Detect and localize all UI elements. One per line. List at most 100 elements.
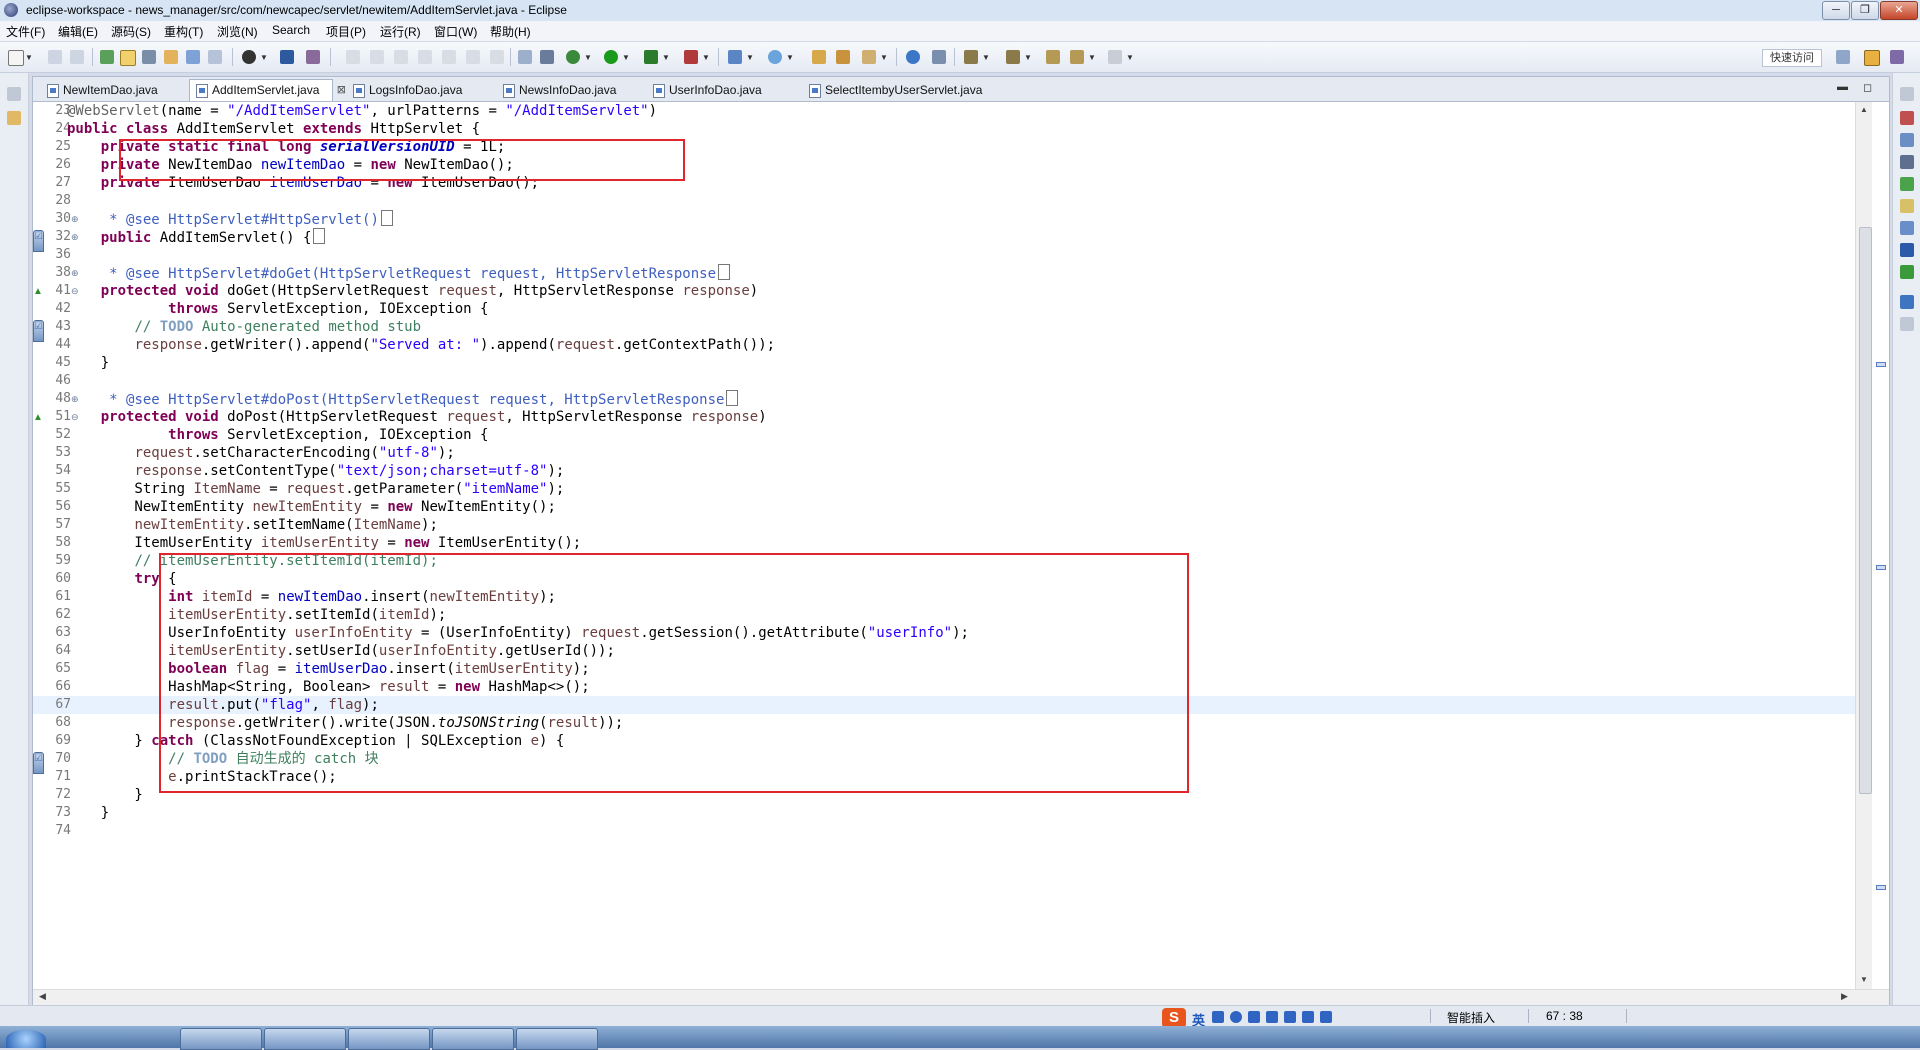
disconnect-icon[interactable]: [418, 50, 432, 64]
code-text[interactable]: request.setCharacterEncoding("utf-8");: [67, 444, 454, 462]
maximize-button[interactable]: ❐: [1851, 1, 1879, 20]
code-text[interactable]: private static final long serialVersionU…: [67, 138, 506, 156]
toggle-mark-occurrences-icon[interactable]: [120, 50, 136, 66]
terminate-icon[interactable]: [394, 50, 408, 64]
code-line[interactable]: 42 throws ServletException, IOException …: [33, 300, 1855, 318]
new-java-project-icon[interactable]: [100, 50, 114, 64]
code-line[interactable]: 67 result.put("flag", flag);: [33, 696, 1855, 714]
java-ee-perspective-icon[interactable]: [1864, 50, 1880, 66]
punctuation-icon[interactable]: [1212, 1011, 1224, 1023]
code-text[interactable]: ItemUserEntity itemUserEntity = new Item…: [67, 534, 581, 552]
minimize-view-icon[interactable]: ▬: [1837, 81, 1848, 93]
java-perspective-icon[interactable]: [1890, 50, 1904, 64]
menu-file[interactable]: 文件(F): [6, 23, 45, 40]
search-view-icon[interactable]: [1900, 317, 1914, 331]
emoji-icon[interactable]: [1230, 1011, 1242, 1023]
code-line[interactable]: ▲ 41 ⊖ protected void doGet(HttpServletReq…: [33, 282, 1855, 300]
code-text[interactable]: private ItemUserDao itemUserDao = new It…: [67, 174, 539, 192]
code-line[interactable]: ☑ 70 // TODO 自动生成的 catch 块: [33, 750, 1855, 774]
quick-access-field[interactable]: 快速访问: [1762, 49, 1822, 67]
overview-marker[interactable]: [1876, 565, 1886, 570]
code-line[interactable]: 28: [33, 192, 1855, 210]
new-java-package-icon[interactable]: [728, 50, 742, 64]
web-browser-icon[interactable]: [906, 50, 920, 64]
code-text[interactable]: try {: [67, 570, 176, 588]
console-icon[interactable]: [280, 50, 294, 64]
tools-icon[interactable]: [1284, 1011, 1296, 1023]
code-line[interactable]: 65 boolean flag = itemUserDao.insert(ite…: [33, 660, 1855, 678]
save-all-icon[interactable]: [70, 50, 84, 64]
tab-logsinfodao[interactable]: LogsInfoDao.java: [347, 80, 499, 101]
code-line[interactable]: 68 response.getWriter().write(JSON.toJSO…: [33, 714, 1855, 732]
vertical-scrollbar[interactable]: ▲ ▼: [1855, 102, 1873, 989]
open-task-icon[interactable]: [836, 50, 850, 64]
step-into-icon[interactable]: [442, 50, 456, 64]
code-line[interactable]: 72 }: [33, 786, 1855, 804]
horizontal-scrollbar[interactable]: ◀ ▶: [33, 989, 1889, 1005]
taskbar-item[interactable]: [264, 1028, 346, 1050]
toggle-block-selection-icon[interactable]: [142, 50, 156, 64]
code-text[interactable]: private NewItemDao newItemDao = new NewI…: [67, 156, 514, 174]
code-line[interactable]: 61 int itemId = newItemDao.insert(newIte…: [33, 588, 1855, 606]
code-text[interactable]: response.setContentType("text/json;chars…: [67, 462, 564, 480]
code-line[interactable]: 53 request.setCharacterEncoding("utf-8")…: [33, 444, 1855, 462]
code-text[interactable]: throws ServletException, IOException {: [67, 426, 488, 444]
overview-marker[interactable]: [1876, 885, 1886, 890]
code-text[interactable]: * @see HttpServlet#doPost(HttpServletReq…: [67, 390, 739, 409]
toggle-word-wrap-icon[interactable]: [186, 50, 200, 64]
forward-icon[interactable]: [1108, 50, 1122, 64]
collapsed-code-icon[interactable]: [726, 390, 739, 406]
open-type-icon[interactable]: [812, 50, 826, 64]
code-area[interactable]: 23 @WebServlet(name = "/AddItemServlet", …: [33, 102, 1855, 1005]
taskbar-item[interactable]: [516, 1028, 598, 1050]
code-text[interactable]: // TODO 自动生成的 catch 块: [67, 750, 378, 768]
save-icon[interactable]: [48, 50, 62, 64]
code-line[interactable]: 46: [33, 372, 1855, 390]
code-line[interactable]: 36: [33, 246, 1855, 264]
menu-navigate[interactable]: 浏览(N): [217, 23, 258, 40]
tab-selectitembyuserservlet[interactable]: SelectItembyUserServlet.java: [803, 80, 1015, 101]
code-text[interactable]: protected void doPost(HttpServletRequest…: [67, 408, 767, 426]
code-line[interactable]: 52 throws ServletException, IOException …: [33, 426, 1855, 444]
code-text[interactable]: e.printStackTrace();: [67, 768, 337, 786]
resume-icon[interactable]: [346, 50, 360, 64]
code-text[interactable]: }: [67, 786, 142, 804]
code-text[interactable]: response.getWriter().append("Served at: …: [67, 336, 775, 354]
previous-annotation-icon[interactable]: [1006, 50, 1020, 64]
skin-icon[interactable]: [1302, 1011, 1314, 1023]
overview-marker[interactable]: [1876, 362, 1886, 367]
menu-run[interactable]: 运行(R): [380, 23, 421, 40]
code-line[interactable]: 69 } catch (ClassNotFoundException | SQL…: [33, 732, 1855, 750]
code-text[interactable]: String ItemName = request.getParameter("…: [67, 480, 564, 498]
code-text[interactable]: public class AddItemServlet extends Http…: [67, 120, 480, 138]
back-icon[interactable]: [1070, 50, 1084, 64]
minimize-button[interactable]: ─: [1822, 1, 1850, 20]
maximize-view-icon[interactable]: ◻: [1863, 81, 1872, 94]
servers-icon[interactable]: [1900, 177, 1914, 191]
use-step-filters-icon[interactable]: [540, 50, 554, 64]
menu-edit[interactable]: 编辑(E): [58, 23, 98, 40]
collapsed-code-icon[interactable]: [380, 210, 393, 226]
skip-breakpoints-icon[interactable]: [306, 50, 320, 64]
code-text[interactable]: * @see HttpServlet#HttpServlet(): [67, 210, 393, 229]
code-text[interactable]: UserInfoEntity userInfoEntity = (UserInf…: [67, 624, 969, 642]
code-text[interactable]: newItemEntity.setItemName(ItemName);: [67, 516, 437, 534]
keyboard-icon[interactable]: [1266, 1011, 1278, 1023]
tab-additemservlet[interactable]: AddItemServlet.java ⊠: [189, 79, 346, 103]
menu-window[interactable]: 窗口(W): [434, 23, 477, 40]
code-line[interactable]: 60 try {: [33, 570, 1855, 588]
step-over-icon[interactable]: [466, 50, 480, 64]
scroll-up-icon[interactable]: ▲: [1860, 105, 1868, 114]
step-return-icon[interactable]: [490, 50, 504, 64]
code-line[interactable]: 30 ⊕ * @see HttpServlet#HttpServlet(): [33, 210, 1855, 228]
toggle-ant-editor-icon[interactable]: [932, 50, 946, 64]
code-line[interactable]: 57 newItemEntity.setItemName(ItemName);: [33, 516, 1855, 534]
code-text[interactable]: @WebServlet(name = "/AddItemServlet", ur…: [67, 102, 657, 120]
code-line[interactable]: 38 ⊕ * @see HttpServlet#doGet(HttpServlet…: [33, 264, 1855, 282]
menu-refactor[interactable]: 重构(T): [164, 23, 203, 40]
search-icon[interactable]: [862, 50, 876, 64]
menu-source[interactable]: 源码(S): [111, 23, 151, 40]
code-editor[interactable]: 23 @WebServlet(name = "/AddItemServlet", …: [32, 101, 1890, 1006]
restore-icon[interactable]: [7, 87, 21, 101]
code-line[interactable]: 24 public class AddItemServlet extends Ht…: [33, 120, 1855, 138]
